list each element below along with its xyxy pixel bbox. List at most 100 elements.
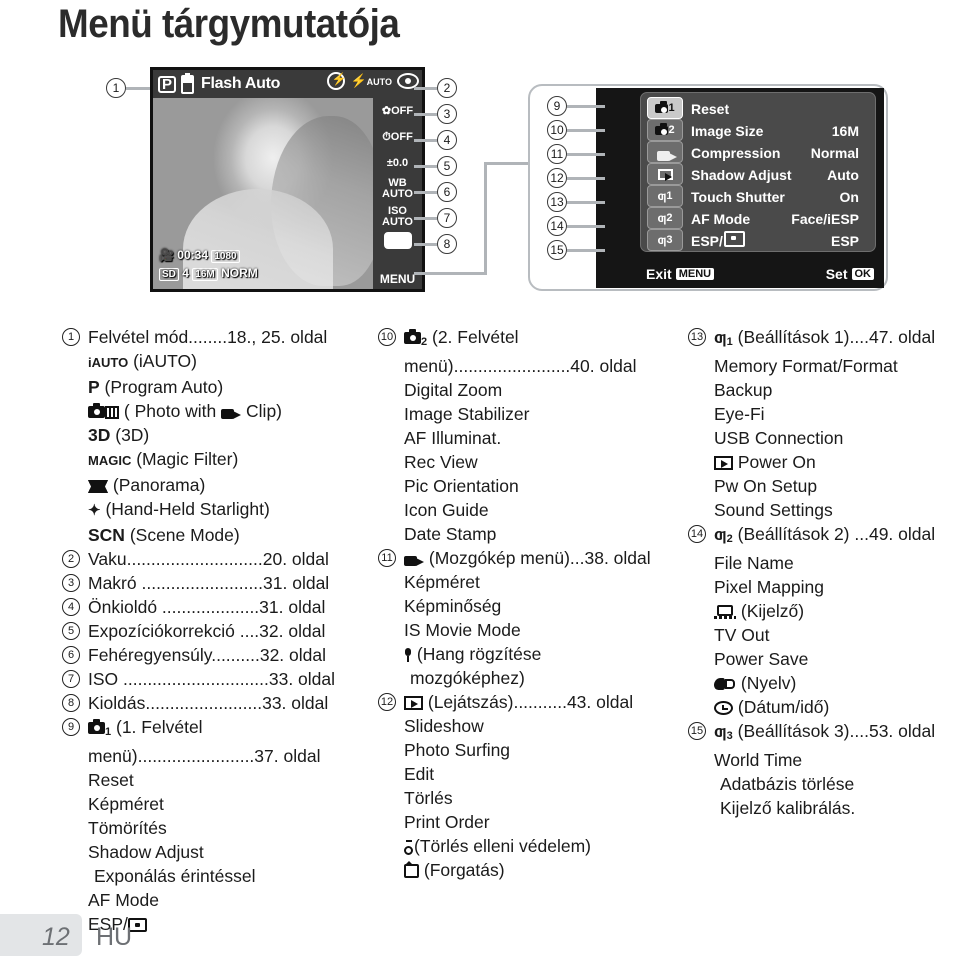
entry-number: 9 (62, 718, 80, 736)
index-continuation: File Name (714, 553, 794, 573)
menu-row-reset[interactable]: Reset (691, 98, 863, 120)
page-footer: 12 HU (0, 914, 960, 960)
callout-3: 3 (437, 104, 457, 124)
index-continuation: (Forgatás) (378, 858, 678, 882)
index-subitem: ( Photo with Clip) (62, 399, 362, 423)
index-entry: 7 ISO ..............................33. o… (62, 667, 362, 691)
index-continuation: Edit (404, 764, 435, 784)
menu-key-badge: MENU (675, 268, 715, 280)
index-continuation: Power Save (714, 649, 809, 669)
menu-row-label: Touch Shutter (691, 189, 785, 205)
shooting-mode-badge: P (158, 75, 177, 93)
shooting-menu-2-tab[interactable]: 2 (647, 119, 683, 141)
callout-8: 8 (437, 234, 457, 254)
movie-clip-icon (221, 405, 242, 419)
entry-text: (Lejátszás)...........43. oldal (427, 692, 634, 712)
index-continuation: AF Illuminat. (404, 428, 502, 448)
menu-row-shadow-adjust[interactable]: Shadow Adjust Auto (691, 164, 863, 186)
playback-icon (404, 696, 423, 710)
macro-setting: ✿OFF (381, 105, 414, 117)
lead-12 (567, 177, 605, 180)
index-continuation: (Hang rögzítése (378, 642, 678, 666)
index-continuation: Törlés (404, 788, 453, 808)
menu-row-label: Shadow Adjust (691, 167, 792, 183)
index-entry: 91 (1. Felvétel (62, 715, 362, 744)
index-continuation: Shadow Adjust (88, 842, 204, 862)
rotate-icon (404, 861, 419, 878)
index-continuation: mozgóképhez) (410, 668, 525, 688)
self-timer-setting: ⏱OFF (382, 131, 413, 143)
lcd-top-bar: P Flash Auto ⚡AUTO (153, 70, 422, 98)
entry-number: 7 (62, 670, 80, 688)
settings-1-icon: ƣ (714, 328, 727, 347)
entry-text: Kioldás........................33. oldal (88, 693, 329, 713)
index-entry: 12 (Lejátszás)...........43. oldal (378, 690, 678, 714)
page-number: 12 (42, 923, 70, 951)
index-continuation: Image Stabilizer (404, 404, 530, 424)
panorama-icon (88, 480, 108, 493)
entry-number: 5 (62, 622, 80, 640)
card-icon: SD (159, 268, 179, 281)
playback-menu-tab[interactable] (647, 163, 683, 185)
movie-menu-icon (404, 552, 424, 566)
settings-2-tab[interactable]: ƣ2 (647, 207, 683, 229)
entry-number: 3 (62, 574, 80, 592)
settings-2-icon: ƣ (714, 525, 727, 544)
index-continuation: Date Stamp (404, 524, 497, 544)
index-entry: 15 ƣ3 (Beállítások 3)....53. oldal (688, 719, 960, 748)
index-continuation: Adatbázis törlése (720, 774, 855, 794)
menu-row-label: AF Mode (691, 211, 751, 227)
settings-1-tab[interactable]: ƣ1 (647, 185, 683, 207)
index-entry: 3 Makró .........................31. olda… (62, 571, 362, 595)
lcd-status-readout: 🎥 00:34 1080 SD 4 16M NORM (159, 247, 258, 283)
language-code: HU (96, 923, 133, 951)
index-entry: 11 (Mozgókép menü)...38. oldal (378, 546, 678, 570)
index-entry: 6 Fehéregyensúly..........32. oldal (62, 643, 362, 667)
index-continuation: Eye-Fi (714, 404, 765, 424)
index-entry: 4 Önkioldó ....................31. oldal (62, 595, 362, 619)
index-continuation: IS Movie Mode (404, 620, 521, 640)
settings-3-tab[interactable]: ƣ3 (647, 229, 683, 251)
iauto-label: iAUTO (88, 355, 129, 370)
index-column-3: 13 ƣ1 (Beállítások 1)....47. oldal Memory… (688, 325, 960, 820)
entry-number: 4 (62, 598, 80, 616)
movie-icon: 🎥 (159, 248, 174, 262)
menu-connector-h2 (484, 162, 530, 165)
menu-exit-hint: Exit MENU (646, 266, 715, 282)
callout-11: 11 (547, 144, 567, 164)
menu-row-list: Reset Image Size 16M Compression Normal … (691, 98, 863, 252)
spot-metering-icon (723, 231, 745, 247)
callout-6: 6 (437, 182, 457, 202)
menu-set-hint: Set OK (826, 266, 874, 282)
movie-menu-tab[interactable] (647, 141, 683, 163)
menu-row-label: Image Size (691, 123, 764, 139)
monitor-icon (714, 605, 736, 619)
flash-auto-icon: ⚡AUTO (350, 73, 392, 88)
index-continuation: Memory Format/Format (714, 356, 898, 376)
index-subitem: ✦ (Hand-Held Starlight) (62, 497, 362, 523)
index-continuation: Pixel Mapping (714, 577, 824, 597)
page-title: Menü tárgymutatója (58, 2, 400, 46)
protect-icon (404, 840, 414, 855)
menu-connector-h1 (414, 272, 486, 275)
menu-row-image-size[interactable]: Image Size 16M (691, 120, 863, 142)
language-icon (714, 677, 736, 691)
index-continuation: Tömörítés (88, 818, 167, 838)
image-size-tag: 16M (192, 268, 218, 281)
shooting-menu-2-icon (404, 329, 421, 344)
index-entry: 5 Expozíciókorrekció ....32. oldal (62, 619, 362, 643)
menu-row-esp[interactable]: ESP/ ESP (691, 230, 863, 252)
flash-off-icon (327, 72, 346, 90)
menu-row-touch-shutter[interactable]: Touch Shutter On (691, 186, 863, 208)
movie-time: 00:34 (177, 248, 208, 262)
menu-row-af-mode[interactable]: AF Mode Face/iESP (691, 208, 863, 230)
figure-menu-directory: P Flash Auto ⚡AUTO ✿OFF ⏱OFF ±0.0 WB AUT… (0, 60, 960, 315)
index-continuation: menü)........................40. oldal (404, 356, 637, 376)
index-subitem: P (Program Auto) (88, 377, 224, 397)
shooting-menu-1-tab[interactable]: 1 (647, 97, 683, 119)
index-continuation: Backup (714, 380, 773, 400)
menu-row-compression[interactable]: Compression Normal (691, 142, 863, 164)
entry-number: 13 (688, 328, 706, 346)
entry-text: Vaku............................20. olda… (88, 549, 329, 569)
lead-6 (414, 191, 437, 194)
